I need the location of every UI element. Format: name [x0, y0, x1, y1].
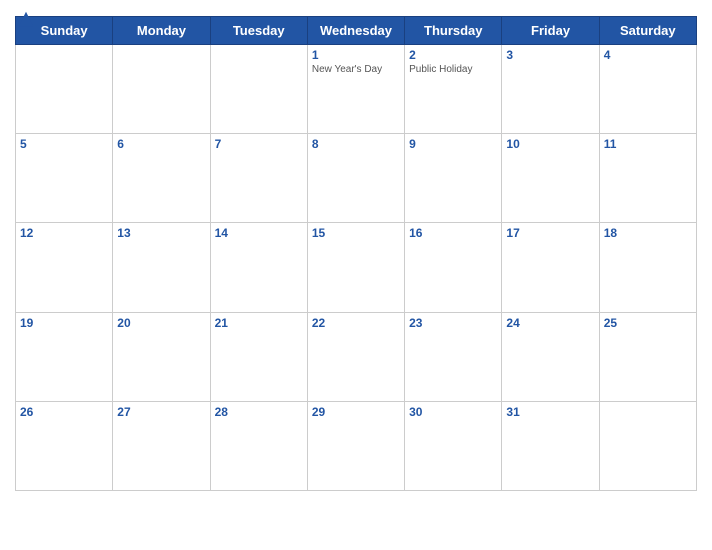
day-cell: 20	[113, 312, 210, 401]
day-number: 26	[20, 405, 108, 419]
day-cell: 26	[16, 401, 113, 490]
day-cell: 16	[405, 223, 502, 312]
day-cell: 3	[502, 45, 599, 134]
day-number: 23	[409, 316, 497, 330]
day-number: 1	[312, 48, 400, 62]
day-cell: 21	[210, 312, 307, 401]
day-cell: 24	[502, 312, 599, 401]
day-number: 3	[506, 48, 594, 62]
day-cell: 9	[405, 134, 502, 223]
day-cell: 28	[210, 401, 307, 490]
day-cell: 5	[16, 134, 113, 223]
day-cell: 14	[210, 223, 307, 312]
calendar-thead: SundayMondayTuesdayWednesdayThursdayFrid…	[16, 17, 697, 45]
day-cell: 8	[307, 134, 404, 223]
day-number: 25	[604, 316, 692, 330]
weekday-header-row: SundayMondayTuesdayWednesdayThursdayFrid…	[16, 17, 697, 45]
weekday-header-saturday: Saturday	[599, 17, 696, 45]
day-number: 2	[409, 48, 497, 62]
day-cell	[113, 45, 210, 134]
day-event: New Year's Day	[312, 64, 400, 75]
day-number: 13	[117, 226, 205, 240]
day-number: 31	[506, 405, 594, 419]
day-cell: 4	[599, 45, 696, 134]
day-number: 21	[215, 316, 303, 330]
day-cell: 19	[16, 312, 113, 401]
day-number: 18	[604, 226, 692, 240]
day-number: 30	[409, 405, 497, 419]
day-number: 17	[506, 226, 594, 240]
day-cell: 29	[307, 401, 404, 490]
day-cell	[210, 45, 307, 134]
day-number: 10	[506, 137, 594, 151]
day-number: 15	[312, 226, 400, 240]
day-cell: 15	[307, 223, 404, 312]
day-number: 27	[117, 405, 205, 419]
day-cell: 6	[113, 134, 210, 223]
calendar-table: SundayMondayTuesdayWednesdayThursdayFrid…	[15, 16, 697, 491]
weekday-header-thursday: Thursday	[405, 17, 502, 45]
day-cell: 7	[210, 134, 307, 223]
day-number: 28	[215, 405, 303, 419]
day-cell: 12	[16, 223, 113, 312]
week-row-1: 1 New Year's Day 2 Public Holiday 34	[16, 45, 697, 134]
day-cell: 23	[405, 312, 502, 401]
weekday-header-tuesday: Tuesday	[210, 17, 307, 45]
week-row-4: 19 20 21 22 23 24 25	[16, 312, 697, 401]
day-cell: 11	[599, 134, 696, 223]
day-number: 12	[20, 226, 108, 240]
day-number: 16	[409, 226, 497, 240]
day-number: 22	[312, 316, 400, 330]
calendar-wrapper: SundayMondayTuesdayWednesdayThursdayFrid…	[0, 0, 712, 550]
weekday-header-friday: Friday	[502, 17, 599, 45]
day-cell: 27	[113, 401, 210, 490]
logo-icon	[17, 10, 35, 28]
logo-area	[15, 10, 35, 28]
day-cell: 13	[113, 223, 210, 312]
week-row-2: 56789 10 11	[16, 134, 697, 223]
day-cell	[16, 45, 113, 134]
day-number: 9	[409, 137, 497, 151]
calendar-body: 1 New Year's Day 2 Public Holiday 34 56789 10 1…	[16, 45, 697, 491]
day-number: 5	[20, 137, 108, 151]
day-number: 11	[604, 137, 692, 151]
day-number: 8	[312, 137, 400, 151]
day-cell: 2 Public Holiday	[405, 45, 502, 134]
week-row-3: 12 13 14 15 16 17 18	[16, 223, 697, 312]
day-number: 14	[215, 226, 303, 240]
day-cell: 25	[599, 312, 696, 401]
day-cell: 30	[405, 401, 502, 490]
day-number: 6	[117, 137, 205, 151]
day-cell: 10	[502, 134, 599, 223]
day-number: 24	[506, 316, 594, 330]
day-number: 20	[117, 316, 205, 330]
week-row-5: 26 27 28 29 30 31	[16, 401, 697, 490]
day-number: 4	[604, 48, 692, 62]
weekday-header-monday: Monday	[113, 17, 210, 45]
weekday-header-wednesday: Wednesday	[307, 17, 404, 45]
day-number: 29	[312, 405, 400, 419]
day-cell: 1 New Year's Day	[307, 45, 404, 134]
day-cell: 17	[502, 223, 599, 312]
day-cell	[599, 401, 696, 490]
day-event: Public Holiday	[409, 64, 497, 75]
day-number: 19	[20, 316, 108, 330]
day-cell: 18	[599, 223, 696, 312]
day-cell: 22	[307, 312, 404, 401]
day-cell: 31	[502, 401, 599, 490]
day-number: 7	[215, 137, 303, 151]
